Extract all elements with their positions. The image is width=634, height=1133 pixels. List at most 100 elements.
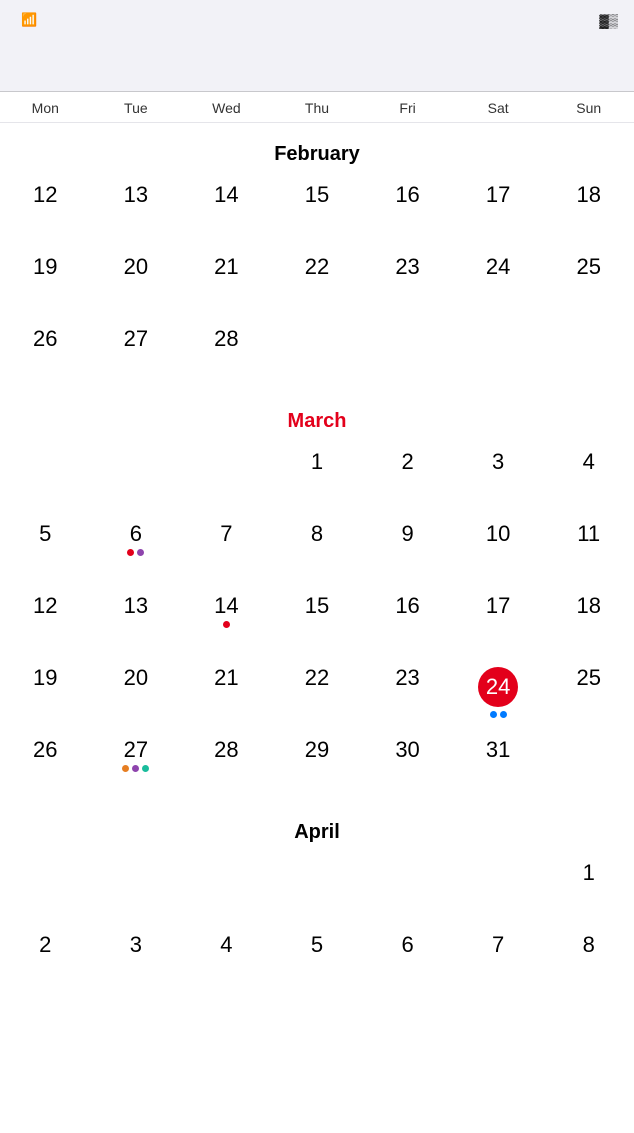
day-number: 1 xyxy=(583,862,595,884)
day-cell[interactable]: 6 xyxy=(362,924,453,996)
day-cell[interactable]: 23 xyxy=(362,657,453,729)
day-cell[interactable]: 12 xyxy=(0,585,91,657)
day-cell[interactable]: 15 xyxy=(272,585,363,657)
day-number: 22 xyxy=(305,667,329,689)
day-number: 25 xyxy=(576,256,600,278)
day-cell[interactable]: 26 xyxy=(0,729,91,801)
event-dots xyxy=(127,549,144,556)
day-cell[interactable]: 4 xyxy=(181,924,272,996)
day-number: 27 xyxy=(124,739,148,761)
day-cell[interactable]: 17 xyxy=(453,585,544,657)
day-cell[interactable]: 1 xyxy=(543,852,634,924)
day-number: 29 xyxy=(305,739,329,761)
day-number: 2 xyxy=(401,451,413,473)
day-cell[interactable]: 19 xyxy=(0,246,91,318)
day-cell xyxy=(453,852,544,924)
day-cell[interactable]: 24 xyxy=(453,246,544,318)
day-header-thu: Thu xyxy=(272,100,363,116)
day-cell[interactable]: 1 xyxy=(272,441,363,513)
day-cell[interactable]: 15 xyxy=(272,174,363,246)
day-number: 14 xyxy=(214,184,238,206)
day-cell[interactable]: 30 xyxy=(362,729,453,801)
day-cell[interactable]: 22 xyxy=(272,657,363,729)
day-cell[interactable]: 21 xyxy=(181,657,272,729)
day-number: 26 xyxy=(33,739,57,761)
day-number: 18 xyxy=(576,184,600,206)
day-cell[interactable]: 14 xyxy=(181,585,272,657)
day-cell[interactable]: 19 xyxy=(0,657,91,729)
day-number: 15 xyxy=(305,595,329,617)
day-cell[interactable]: 27 xyxy=(91,318,182,390)
day-cell xyxy=(0,441,91,513)
day-cell[interactable]: 20 xyxy=(91,246,182,318)
day-cell[interactable]: 12 xyxy=(0,174,91,246)
day-cell[interactable]: 5 xyxy=(0,513,91,585)
day-cell xyxy=(453,318,544,390)
day-cell[interactable]: 6 xyxy=(91,513,182,585)
day-number: 16 xyxy=(395,184,419,206)
week-row: 192021222324 25 xyxy=(0,246,634,318)
day-number: 21 xyxy=(214,667,238,689)
day-cell[interactable]: 3 xyxy=(91,924,182,996)
day-number: 20 xyxy=(124,667,148,689)
teal-dot xyxy=(142,765,149,772)
day-cell[interactable]: 14 xyxy=(181,174,272,246)
day-cell[interactable]: 13 xyxy=(91,585,182,657)
day-number: 25 xyxy=(576,667,600,689)
day-number: 11 xyxy=(577,523,600,545)
day-cell[interactable]: 27 xyxy=(91,729,182,801)
orange-dot xyxy=(122,765,129,772)
day-cell[interactable]: 25 xyxy=(543,657,634,729)
day-cell[interactable]: 26 xyxy=(0,318,91,390)
day-cell[interactable]: 25 xyxy=(543,246,634,318)
day-cell xyxy=(0,852,91,924)
day-cell[interactable]: 28 xyxy=(181,729,272,801)
day-cell[interactable]: 18 xyxy=(543,585,634,657)
day-headers: MonTueWedThuFriSatSun xyxy=(0,92,634,123)
day-cell[interactable]: 16 xyxy=(362,585,453,657)
day-cell xyxy=(543,318,634,390)
month-february: February12131415161718192021222324252627… xyxy=(0,123,634,390)
day-cell[interactable]: 5 xyxy=(272,924,363,996)
day-cell[interactable]: 29 xyxy=(272,729,363,801)
day-cell[interactable]: 20 xyxy=(91,657,182,729)
day-cell[interactable]: 3 xyxy=(453,441,544,513)
day-cell[interactable]: 11 xyxy=(543,513,634,585)
carrier-label: 📶 xyxy=(16,12,37,28)
day-header-wed: Wed xyxy=(181,100,272,116)
day-cell[interactable]: 8 xyxy=(272,513,363,585)
day-cell[interactable]: 21 xyxy=(181,246,272,318)
day-number: 24 xyxy=(478,667,518,707)
red-dot xyxy=(223,621,230,628)
day-number: 9 xyxy=(401,523,413,545)
day-cell[interactable]: 2 xyxy=(0,924,91,996)
day-cell[interactable]: 18 xyxy=(543,174,634,246)
day-number: 5 xyxy=(39,523,51,545)
day-cell[interactable]: 31 xyxy=(453,729,544,801)
day-number: 3 xyxy=(130,934,142,956)
status-bar: 📶 ▓▒ xyxy=(0,0,634,40)
day-cell[interactable]: 8 xyxy=(543,924,634,996)
day-cell[interactable]: 17 xyxy=(453,174,544,246)
day-cell xyxy=(181,852,272,924)
day-cell[interactable]: 23 xyxy=(362,246,453,318)
day-number: 14 xyxy=(214,595,238,617)
day-cell[interactable]: 10 xyxy=(453,513,544,585)
day-cell[interactable]: 7 xyxy=(181,513,272,585)
day-cell[interactable]: 13 xyxy=(91,174,182,246)
day-cell[interactable]: 2 xyxy=(362,441,453,513)
day-number: 17 xyxy=(486,595,510,617)
day-number: 27 xyxy=(124,328,148,350)
day-cell[interactable]: 28 xyxy=(181,318,272,390)
day-cell[interactable]: 4 xyxy=(543,441,634,513)
week-row: 1 2 34 xyxy=(0,441,634,513)
day-cell[interactable]: 16 xyxy=(362,174,453,246)
month-march: March12345678910111213141516171819202122… xyxy=(0,390,634,801)
blue-dot xyxy=(490,711,497,718)
day-number: 12 xyxy=(33,184,57,206)
day-cell[interactable]: 22 xyxy=(272,246,363,318)
day-cell[interactable]: 9 xyxy=(362,513,453,585)
day-cell[interactable]: 24 xyxy=(453,657,544,729)
day-cell[interactable]: 7 xyxy=(453,924,544,996)
day-number: 6 xyxy=(401,934,413,956)
